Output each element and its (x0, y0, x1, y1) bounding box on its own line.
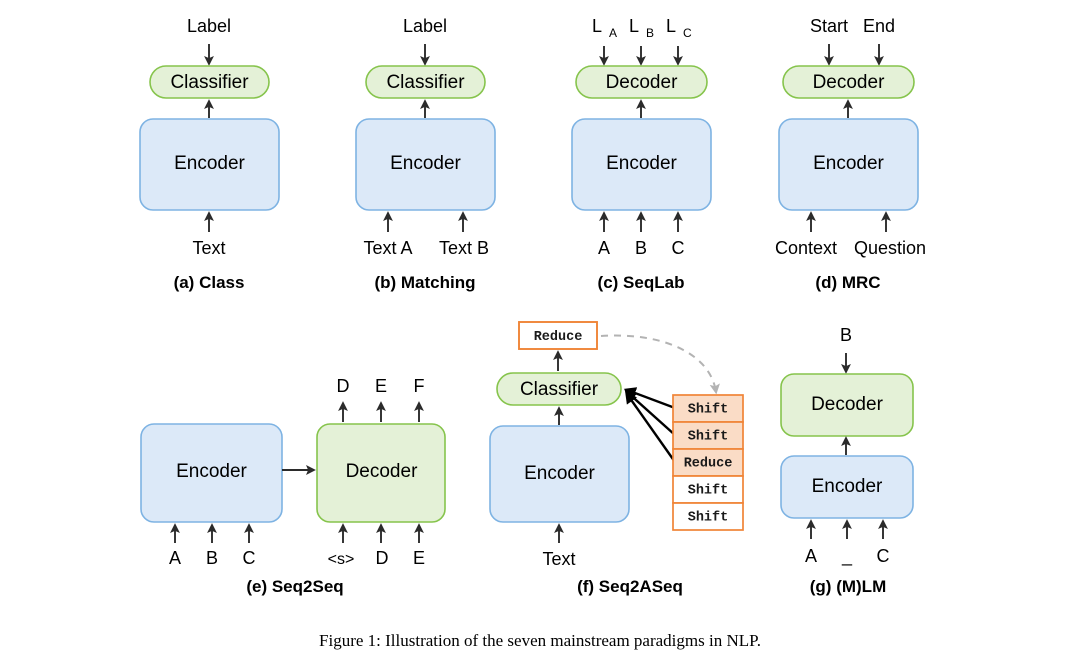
panel-seqlab: L A L B L C Decoder Encoder A B C (c) Se… (571, 16, 712, 292)
encoder-block-label: Encoder (524, 463, 595, 484)
input-label-a: A (805, 546, 817, 566)
output-label-lb: L B (629, 16, 654, 40)
input-label-question: Question (854, 238, 926, 258)
decoder-block-label: Decoder (346, 461, 418, 482)
input-label-bos: <s> (328, 551, 355, 568)
stack-item-label: Shift (688, 484, 729, 499)
input-label-text-b: Text B (439, 238, 489, 258)
input-label-c: C (243, 548, 256, 568)
classifier-block-label: Classifier (386, 72, 465, 93)
figure-svg: Label Classifier Encoder Text (a) Class … (139, 16, 926, 650)
panel-caption-class: (a) Class (174, 273, 245, 292)
panel-caption-seq2seq: (e) Seq2Seq (246, 577, 343, 596)
output-label-la: L A (592, 16, 617, 40)
stack-item-label: Reduce (684, 457, 733, 472)
panel-caption-mlm: (g) (M)LM (810, 577, 886, 596)
input-label-e: E (413, 548, 425, 568)
output-label-d: D (337, 376, 350, 396)
input-label-d: D (376, 548, 389, 568)
output-la-subscript: A (609, 26, 617, 40)
output-label-start: Start (810, 16, 848, 36)
encoder-block-label: Encoder (176, 461, 247, 482)
classifier-block-label: Classifier (170, 72, 249, 93)
encoder-block-label: Encoder (606, 153, 677, 174)
input-label-text-a: Text A (363, 238, 412, 258)
decoder-block-label: Decoder (811, 394, 883, 415)
encoder-block-label: Encoder (390, 153, 461, 174)
encoder-block-label: Encoder (812, 476, 883, 497)
output-label-label: Label (187, 16, 231, 36)
output-lb-subscript: B (646, 26, 654, 40)
output-lc-base: L (666, 16, 676, 36)
output-label-f: F (414, 376, 425, 396)
panel-caption-matching: (b) Matching (374, 273, 475, 292)
stack-item-label: Shift (688, 403, 729, 418)
output-la-base: L (592, 16, 602, 36)
input-label-context: Context (775, 238, 837, 258)
output-lc-subscript: C (683, 26, 692, 40)
panel-mlm: B Decoder Encoder A _ C (g) (M)LM (780, 325, 914, 596)
input-label-a: A (598, 238, 610, 258)
stack-item-label: Shift (688, 511, 729, 526)
panel-mrc: Start End Decoder Encoder Context Questi… (775, 16, 926, 292)
output-lb-base: L (629, 16, 639, 36)
decoder-block-label: Decoder (813, 72, 885, 93)
predicted-action-label: Reduce (534, 330, 583, 345)
input-label-text: Text (542, 549, 575, 569)
output-label-end: End (863, 16, 895, 36)
panel-caption-seq2aseq: (f) Seq2ASeq (577, 577, 683, 596)
panel-caption-seqlab: (c) SeqLab (598, 273, 685, 292)
input-label-b: B (635, 238, 647, 258)
input-label-c: C (672, 238, 685, 258)
output-label-b: B (840, 325, 852, 345)
panel-caption-mrc: (d) MRC (815, 273, 880, 292)
panel-matching: Label Classifier Encoder Text A Text B (… (355, 16, 496, 292)
input-label-c: C (877, 546, 890, 566)
decoder-block-label: Decoder (606, 72, 678, 93)
output-label-e: E (375, 376, 387, 396)
figure-container: Label Classifier Encoder Text (a) Class … (0, 0, 1080, 666)
panel-class: Label Classifier Encoder Text (a) Class (139, 16, 280, 292)
output-label-lc: L C (666, 16, 692, 40)
input-label-b: B (206, 548, 218, 568)
stack-item-label: Shift (688, 430, 729, 445)
output-label-label: Label (403, 16, 447, 36)
input-label-text: Text (192, 238, 225, 258)
panel-seq2aseq: Reduce Classifier Encoder Text Shift Shi… (489, 321, 744, 596)
figure-caption: Figure 1: Illustration of the seven main… (319, 631, 761, 650)
input-label-mask: _ (841, 546, 853, 567)
encoder-block-label: Encoder (174, 153, 245, 174)
encoder-block-label: Encoder (813, 153, 884, 174)
panel-seq2seq: Encoder Decoder D E F A B C <s> D E (e) … (140, 376, 446, 596)
input-label-a: A (169, 548, 181, 568)
action-stack: Shift Shift Reduce Shift Shift (672, 394, 744, 531)
classifier-block-label: Classifier (520, 379, 599, 400)
